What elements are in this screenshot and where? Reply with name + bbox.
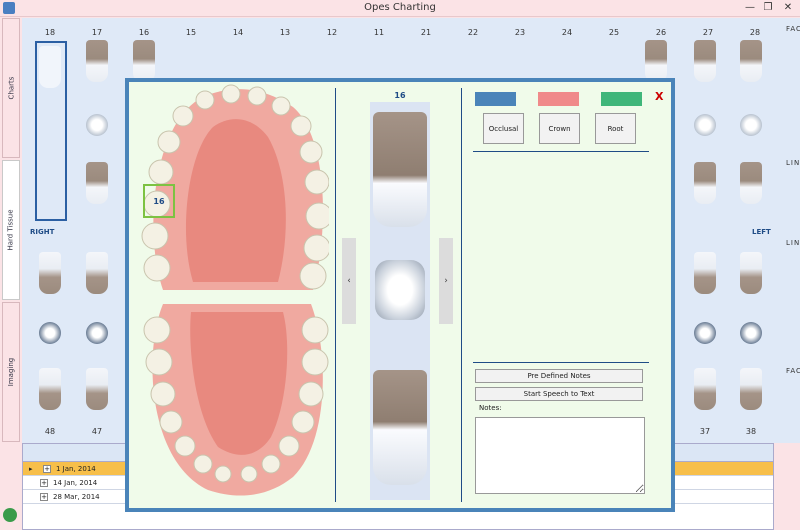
window-title: Opes Charting [364, 2, 436, 13]
tooth-number-12: 12 [326, 28, 338, 37]
notes-label: Notes: [479, 404, 502, 412]
tooth-16-facial-view[interactable] [373, 112, 427, 227]
expand-icon[interactable]: + [40, 492, 48, 501]
divider [461, 88, 462, 502]
color-swatch-blue[interactable] [475, 92, 516, 106]
tooth-number-47: 47 [91, 427, 103, 436]
tooth-17-occlusal[interactable] [86, 114, 108, 136]
divider [473, 151, 649, 152]
tooth-37-facial[interactable] [694, 368, 716, 410]
left-label: LEFT [752, 228, 771, 236]
tooth-26-facial[interactable] [645, 40, 667, 82]
tooth-38-lingual[interactable] [740, 252, 762, 294]
tooth-number-27: 27 [702, 28, 714, 37]
root-button[interactable]: Root [595, 113, 636, 144]
tooth-number-21: 21 [420, 28, 432, 37]
tooth-number-38: 38 [745, 427, 757, 436]
tooth-17-facial[interactable] [86, 40, 108, 82]
next-tooth-button[interactable]: › [439, 238, 453, 324]
right-label: RIGHT [30, 228, 55, 236]
side-tabs: Charts Hard Tissue Imaging [0, 18, 22, 443]
tooth-47-occlusal[interactable] [86, 322, 108, 344]
notes-textarea[interactable] [475, 417, 645, 494]
tooth-47-lingual[interactable] [86, 252, 108, 294]
selected-tooth-marker[interactable]: 16 [143, 184, 175, 218]
tooth-27-occlusal[interactable] [694, 114, 716, 136]
tooth-number-25: 25 [608, 28, 620, 37]
tooth-38-occlusal[interactable] [740, 322, 762, 344]
color-swatch-green[interactable] [601, 92, 642, 106]
tooth-number-48: 48 [44, 427, 56, 436]
tooth-detail-dialog: 16 ‹ 16 › X Occlusal Crown Root Pre Defi… [125, 78, 675, 512]
row-pointer-icon: ▸ [29, 464, 33, 473]
restore-button[interactable]: ❐ [760, 1, 776, 15]
tooth-47-facial[interactable] [86, 368, 108, 410]
column-tooth-number: 16 [394, 91, 406, 100]
tooth-number-23: 23 [514, 28, 526, 37]
tooth-number-11: 11 [373, 28, 385, 37]
tab-imaging[interactable]: Imaging [2, 302, 20, 442]
dialog-body: 16 ‹ 16 › X Occlusal Crown Root Pre Defi… [129, 82, 671, 508]
tooth-16-facial[interactable] [133, 40, 155, 82]
speech-to-text-button[interactable]: Start Speech to Text [475, 387, 643, 401]
divider [335, 88, 336, 502]
tooth-48-facial[interactable] [39, 368, 61, 410]
prev-tooth-button[interactable]: ‹ [342, 238, 356, 324]
tooth-16-lingual-view[interactable] [373, 370, 427, 485]
title-bar: Opes Charting — ❐ ✕ [0, 0, 800, 17]
close-dialog-button[interactable]: X [655, 90, 663, 103]
tooth-27-facial[interactable] [694, 40, 716, 82]
tab-hard-tissue[interactable]: Hard Tissue [2, 160, 20, 300]
selected-tooth-highlight [35, 41, 67, 221]
tooth-16-occlusal-view[interactable] [375, 260, 425, 320]
expand-icon[interactable]: + [40, 478, 48, 487]
facial-label-top: FACIAL [786, 25, 800, 33]
minimize-button[interactable]: — [742, 1, 758, 15]
tooth-number-28: 28 [749, 28, 761, 37]
tooth-number-13: 13 [279, 28, 291, 37]
tooth-38-facial[interactable] [740, 368, 762, 410]
dental-arch-image[interactable] [133, 82, 329, 497]
tooth-number-15: 15 [185, 28, 197, 37]
color-swatch-red[interactable] [538, 92, 579, 106]
tooth-48-lingual[interactable] [39, 252, 61, 294]
tooth-number-18: 18 [44, 28, 56, 37]
tooth-number-22: 22 [467, 28, 479, 37]
tooth-28-lingual[interactable] [740, 162, 762, 204]
tooth-28-facial[interactable] [740, 40, 762, 82]
tab-charts[interactable]: Charts [2, 18, 20, 158]
tooth-37-occlusal[interactable] [694, 322, 716, 344]
tooth-number-24: 24 [561, 28, 573, 37]
tooth-views-column [370, 102, 430, 500]
expand-icon[interactable]: + [43, 464, 51, 473]
visit-date: 1 Jan, 2014 [56, 464, 96, 473]
tooth-48-occlusal[interactable] [39, 322, 61, 344]
tooth-number-26: 26 [655, 28, 667, 37]
tooth-number-17: 17 [91, 28, 103, 37]
lingual-label-lower: LINGUAL [786, 239, 800, 247]
predefined-notes-button[interactable]: Pre Defined Notes [475, 369, 643, 383]
occlusal-button[interactable]: Occlusal [483, 113, 524, 144]
tooth-28-occlusal[interactable] [740, 114, 762, 136]
visit-date: 14 Jan, 2014 [53, 478, 98, 487]
back-arrow-icon[interactable] [3, 508, 17, 522]
close-button[interactable]: ✕ [780, 1, 796, 15]
tooth-37-lingual[interactable] [694, 252, 716, 294]
tooth-number-14: 14 [232, 28, 244, 37]
tooth-number-37: 37 [699, 427, 711, 436]
tooth-17-lingual[interactable] [86, 162, 108, 204]
tooth-number-16: 16 [138, 28, 150, 37]
visit-date: 28 Mar, 2014 [53, 492, 100, 501]
crown-button[interactable]: Crown [539, 113, 580, 144]
tooth-27-lingual[interactable] [694, 162, 716, 204]
lingual-label-upper: LINGUAL [786, 159, 800, 167]
divider [473, 362, 649, 363]
facial-label-bottom: FACIAL [786, 367, 800, 375]
